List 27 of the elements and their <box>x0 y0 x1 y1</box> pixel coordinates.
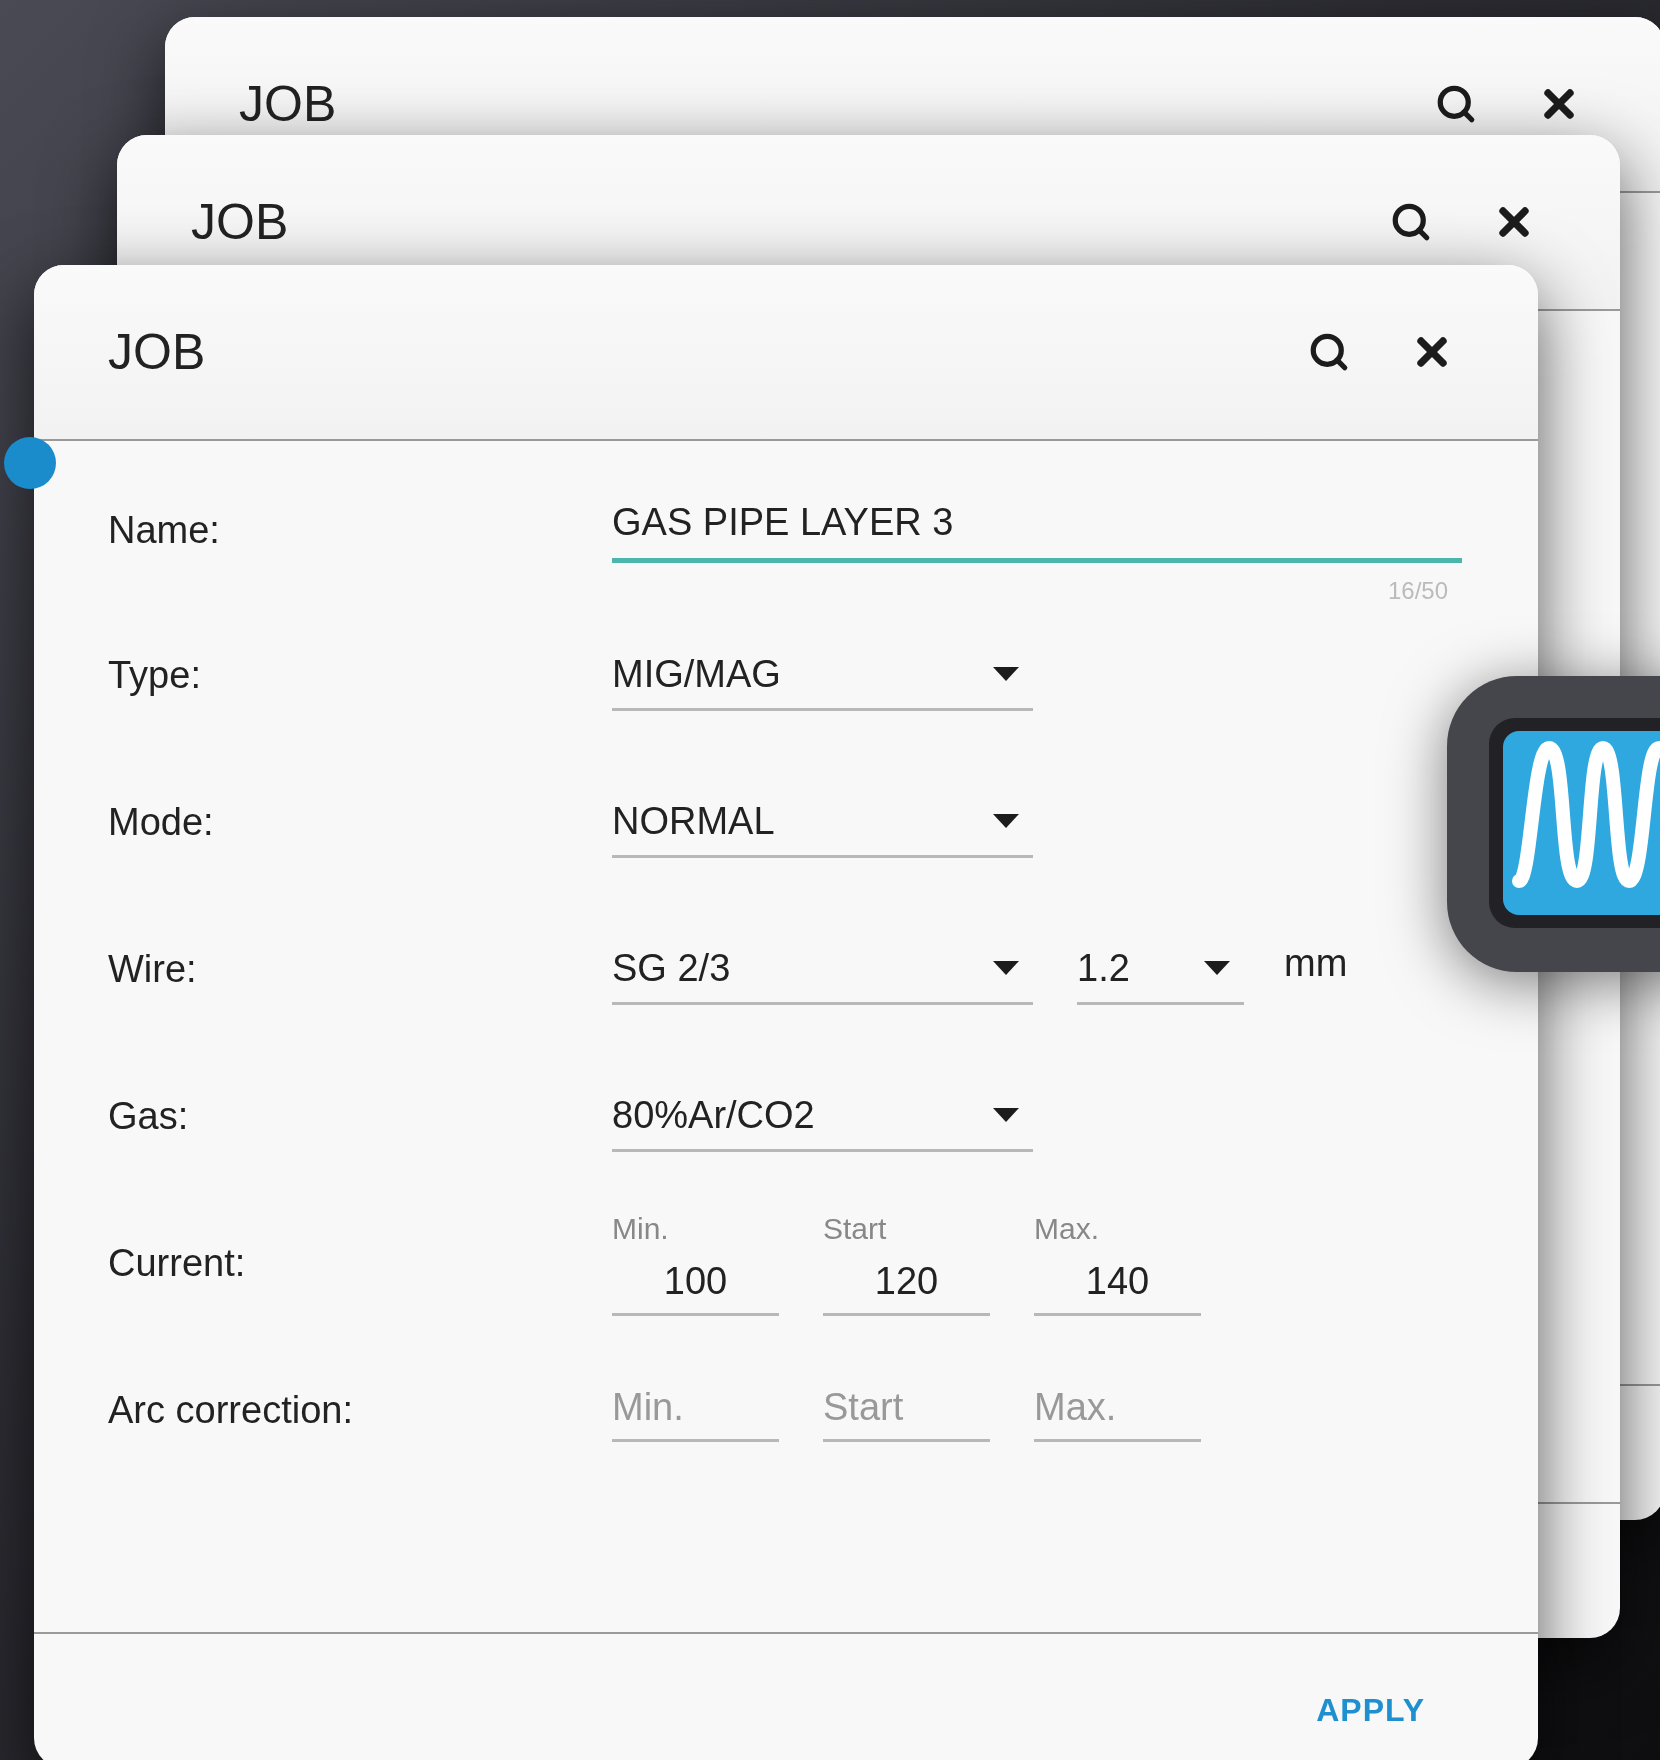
window-title: JOB <box>108 323 206 381</box>
field-label: Current: <box>108 1242 247 1285</box>
input-caption: Start <box>823 1211 888 1246</box>
field-label: Arc correction: <box>108 1389 354 1432</box>
input-caption: Min. <box>612 1211 670 1246</box>
dropdown[interactable]: 80%Ar/CO2 <box>612 1081 1033 1152</box>
window-title: JOB <box>239 75 337 133</box>
input-caption: Max. <box>1034 1211 1100 1246</box>
field-label: Type: <box>108 654 202 697</box>
field-label: Gas: <box>108 1095 190 1138</box>
name-field[interactable]: GAS PIPE LAYER 3 <box>612 491 1462 563</box>
dropdown[interactable]: MIG/MAG <box>612 640 1033 711</box>
number-field[interactable]: Start <box>823 1379 990 1442</box>
field-label: Mode: <box>108 801 215 844</box>
unit-label: mm <box>1284 941 1348 986</box>
number-field[interactable]: 120 <box>823 1253 990 1316</box>
window-title: JOB <box>191 193 289 251</box>
dropdown[interactable]: SG 2/3 <box>612 934 1033 1005</box>
number-field[interactable]: Max. <box>1034 1379 1201 1442</box>
number-field[interactable]: Min. <box>612 1379 779 1442</box>
dropdown[interactable]: NORMAL <box>612 787 1033 858</box>
number-field[interactable]: 100 <box>612 1253 779 1316</box>
dropdown[interactable]: 1.2 <box>1077 934 1244 1005</box>
field-label: Wire: <box>108 948 198 991</box>
character-counter: 16/50 <box>1387 577 1448 605</box>
field-label: Name: <box>108 508 221 552</box>
number-field[interactable]: 140 <box>1034 1253 1201 1316</box>
